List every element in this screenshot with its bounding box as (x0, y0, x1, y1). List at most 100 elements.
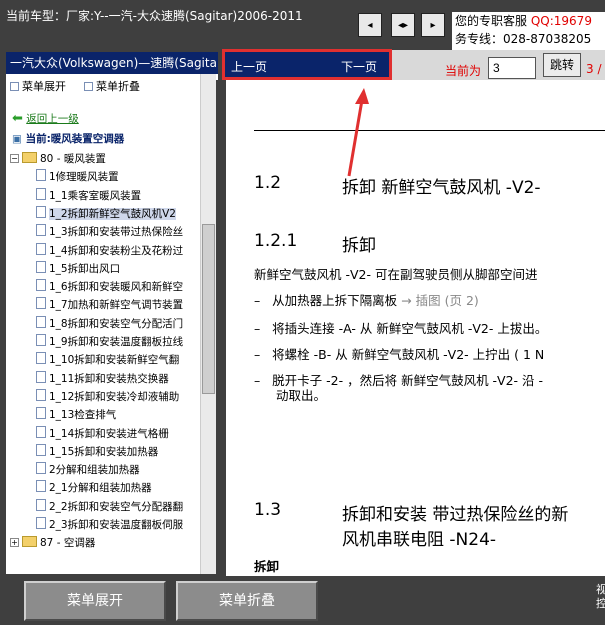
tree-item-label: 1_12拆卸和安装冷却液辅助 (49, 390, 180, 403)
tree-item[interactable]: 1_11拆卸和安装热交换器 (36, 370, 169, 388)
tree-item[interactable]: 1_12拆卸和安装冷却液辅助 (36, 388, 179, 406)
tree-item-label: 2_1分解和组装加热器 (49, 482, 152, 495)
collapse-minus-icon[interactable]: − (10, 154, 19, 163)
tree-item-label: 1_8拆卸和安装空气分配活门 (49, 317, 184, 330)
collapse-icon (84, 82, 93, 91)
tree-item-label: 1_13检查排气 (49, 409, 117, 422)
tree-item[interactable]: 1_8拆卸和安装空气分配活门 (36, 315, 183, 333)
current-page-label: 当前为 (445, 64, 482, 78)
tree-item[interactable]: 1_6拆卸和安装暖风和新鲜空 (36, 278, 183, 296)
jump-button[interactable]: 跳转 (543, 53, 581, 77)
back-arrow-icon: ⬅ (12, 111, 23, 126)
tree-item-label: 80 - 暖风装置 (40, 153, 106, 165)
expand-plus-icon[interactable]: + (10, 538, 19, 548)
tree-item[interactable]: 1_7加热和新鲜空气调节装置 (36, 296, 183, 314)
document-icon (36, 517, 46, 529)
tree-item[interactable]: 1_14拆卸和安装进气格栅 (36, 425, 169, 443)
tree-folder[interactable]: +87 - 空调器 (10, 534, 95, 552)
back-link[interactable]: ⬅ 返回上一级 (12, 110, 79, 128)
tree-item[interactable]: 1_5拆卸出风口 (36, 260, 120, 278)
current-category: ▣ 当前:暖风装置空调器 (12, 133, 125, 145)
tree-item-label: 1_11拆卸和安装热交换器 (49, 372, 169, 385)
next-page-link[interactable]: 下一页 (341, 58, 377, 75)
document-icon (36, 480, 46, 493)
tree-item-label: 2_3拆卸和安装温度翻板伺服 (49, 519, 184, 531)
support-phone: 务专线：028-87038205 (455, 32, 592, 46)
tree-item[interactable]: 1_1乘客室暖风装置 (36, 187, 141, 205)
tree-item[interactable]: 1_3拆卸和安装带过热保险丝 (36, 223, 183, 241)
paragraph: 新鲜空气鼓风机 -V2- 可在副驾驶员侧从脚部空间进 (254, 267, 538, 282)
figure-link[interactable]: → 插图 (页 2) (401, 293, 479, 308)
scrollbar-thumb[interactable] (202, 224, 215, 394)
document-icon (36, 443, 46, 456)
next-icon-button[interactable]: ▸ (421, 13, 445, 37)
tree-item-label: 1_9拆卸和安装温度翻板拉线 (49, 336, 184, 348)
document-icon (36, 425, 46, 438)
document-icon (36, 498, 46, 511)
corner-text: 视控 (596, 583, 605, 610)
tree-item-label: 1_6拆卸和安装暖风和新鲜空 (49, 281, 184, 294)
tree-item-label: 1_10拆卸和安装新鲜空气翻 (49, 354, 180, 367)
doc-edge (216, 80, 226, 576)
bullet-continuation: 动取出。 (276, 388, 327, 403)
prev-page-link[interactable]: 上一页 (231, 58, 267, 75)
tree-item[interactable]: 2_3拆卸和安装温度翻板伺服 (36, 516, 183, 534)
document-icon (36, 462, 46, 475)
tree-item-label: 1修理暖风装置 (49, 171, 119, 184)
footer-collapse-button[interactable]: 菜单折叠 (176, 581, 318, 621)
subsection-title: 拆卸 (342, 236, 376, 256)
sidebar-title: 一汽大众(Volkswagen)—速腾(Sagitar) (6, 52, 218, 74)
sidebar-tree-panel: ⬅ 返回上一级 ▣ 当前:暖风装置空调器 − 80 - 暖风装置 1修理暖风装置 1_… (6, 104, 200, 574)
tree-item-label: 1_4拆卸和安装粉尘及花粉过 (49, 244, 184, 257)
split-icon-button[interactable]: ◂▸ (391, 13, 415, 37)
tree-item[interactable]: 1_9拆卸和安装温度翻板拉线 (36, 333, 183, 351)
document-icon (36, 242, 46, 255)
tree-item[interactable]: 1_2拆卸新鲜空气鼓风机V2 (36, 205, 176, 223)
pc-icon: ▣ (12, 133, 22, 145)
tree-item[interactable]: 2分解和组装加热器 (36, 461, 140, 479)
tree-item[interactable]: 2_1分解和组装加热器 (36, 479, 152, 497)
folder-icon (22, 536, 37, 548)
document-icon (36, 169, 46, 182)
document-icon (36, 334, 46, 346)
tree-item-label: 2_2拆卸和安装空气分配器翻 (49, 500, 184, 513)
top-rule (254, 130, 605, 131)
tree-item-label: 1_3拆卸和安装带过热保险丝 (49, 226, 184, 239)
menu-collapse-link[interactable]: 菜单折叠 (84, 74, 140, 100)
document-icon (36, 279, 46, 292)
page-number-input[interactable] (488, 57, 536, 79)
tree-item-label: 2分解和组装加热器 (49, 464, 140, 477)
document-icon (36, 260, 46, 273)
tree-item-label: 1_7加热和新鲜空气调节装置 (49, 299, 184, 312)
section-title-cont: 风机串联电阻 -N24- (342, 530, 497, 550)
support-label: 您的专职客服 (455, 14, 528, 28)
page-total: 3 / (586, 62, 602, 76)
tree-folder[interactable]: − 80 - 暖风装置 (10, 150, 106, 168)
prev-icon-button[interactable]: ◂ (358, 13, 382, 37)
document-icon (36, 407, 46, 420)
subsection-number: 1.2.1 (254, 231, 298, 251)
document-icon (36, 352, 46, 365)
document-icon (36, 205, 46, 218)
tree-item[interactable]: 1_4拆卸和安装粉尘及花粉过 (36, 242, 183, 260)
tree-item-label: 1_2拆卸新鲜空气鼓风机V2 (49, 207, 176, 220)
tree-item[interactable]: 1_10拆卸和安装新鲜空气翻 (36, 351, 179, 369)
tree-item[interactable]: 1修理暖风装置 (36, 168, 119, 186)
sidebar-toolbar: 菜单展开 菜单折叠 (6, 74, 218, 104)
sidebar-scrollbar[interactable] (200, 74, 216, 574)
tree-item[interactable]: 1_13检查排气 (36, 406, 116, 424)
menu-expand-link[interactable]: 菜单展开 (10, 74, 66, 100)
section-title: 拆卸和安装 带过热保险丝的新 (342, 505, 569, 525)
prev-icon: ◂ (367, 19, 373, 31)
tree-item[interactable]: 1_15拆卸和安装加热器 (36, 443, 158, 461)
document-icon (36, 297, 46, 310)
footer-expand-button[interactable]: 菜单展开 (24, 581, 166, 621)
tree-item-label: 1_15拆卸和安装加热器 (49, 445, 159, 458)
document-icon (36, 224, 46, 237)
tree-item[interactable]: 2_2拆卸和安装空气分配器翻 (36, 498, 183, 516)
document-icon (36, 388, 46, 401)
document-page: 1.2 拆卸 新鲜空气鼓风机 -V2- 1.2.1 拆卸 新鲜空气鼓风机 -V2… (226, 80, 605, 576)
car-model-title: 当前车型：厂家:Y--一汽-大众速腾(Sagitar)2006-2011 (6, 9, 303, 23)
document-icon (36, 315, 46, 328)
support-qq[interactable]: QQ:19679 (531, 14, 592, 28)
